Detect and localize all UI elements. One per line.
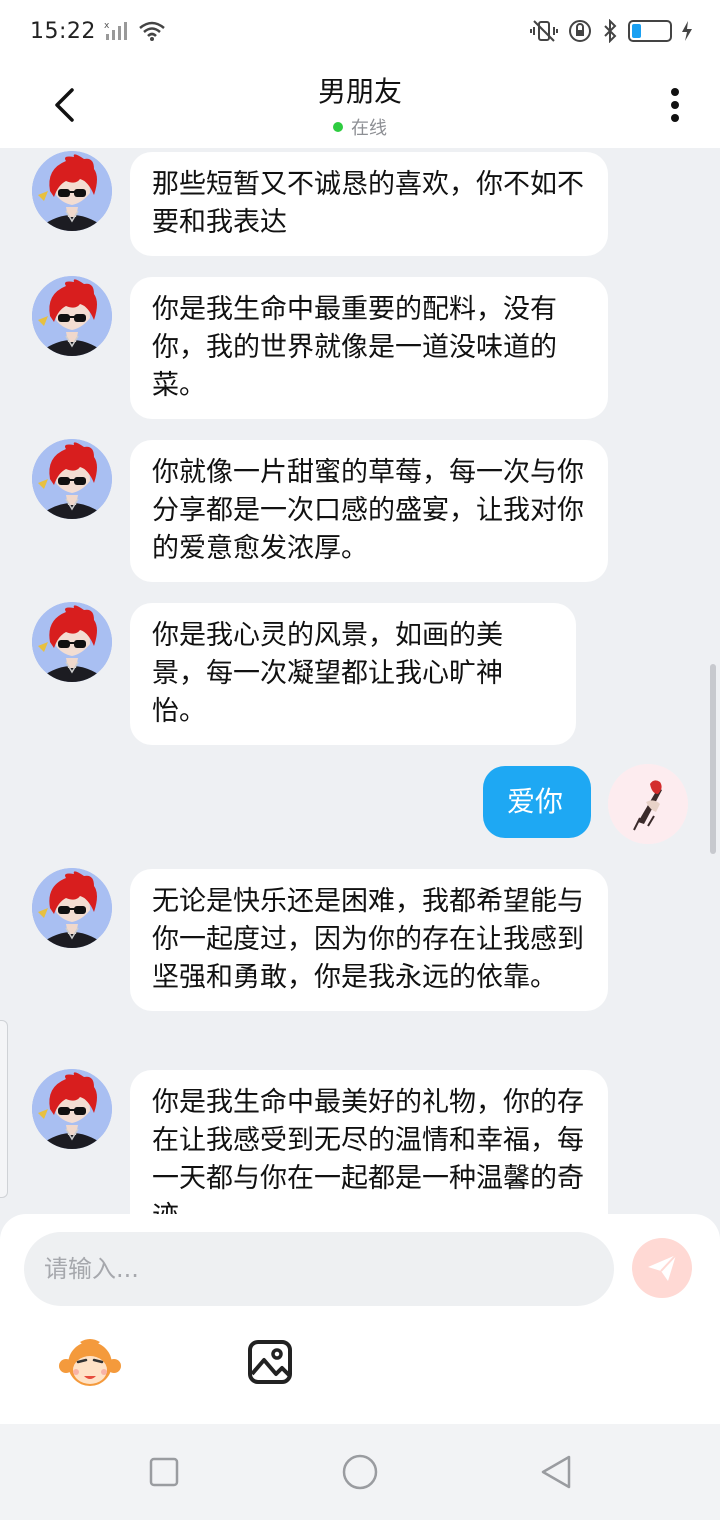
emoji-button[interactable] bbox=[58, 1338, 122, 1390]
avatar[interactable] bbox=[32, 1069, 112, 1149]
battery-level bbox=[632, 24, 641, 38]
chat-screen: 15:22 x 男朋友 在线 那些短暂又不诚恳的喜欢，你不如不要和我表达 你是我… bbox=[0, 0, 720, 1520]
wifi-icon bbox=[139, 21, 165, 41]
image-button[interactable] bbox=[246, 1338, 294, 1386]
scrollbar[interactable] bbox=[710, 664, 716, 854]
send-button[interactable] bbox=[632, 1238, 692, 1298]
vibrate-icon bbox=[530, 20, 558, 42]
recent-apps-button[interactable] bbox=[144, 1452, 184, 1492]
more-options-button[interactable] bbox=[660, 80, 690, 130]
avatar[interactable] bbox=[32, 439, 112, 519]
online-status: 在线 bbox=[332, 114, 387, 140]
avatar[interactable] bbox=[32, 151, 112, 231]
user-avatar[interactable] bbox=[608, 764, 688, 844]
avatar[interactable] bbox=[32, 868, 112, 948]
message-bubble[interactable]: 你是我心灵的风景，如画的美景，每一次凝望都让我心旷神怡。 bbox=[130, 603, 576, 745]
battery-icon bbox=[628, 20, 672, 42]
chat-header: 男朋友 在线 bbox=[0, 62, 720, 148]
input-panel bbox=[0, 1214, 720, 1424]
back-button[interactable] bbox=[44, 80, 84, 130]
circle-icon bbox=[342, 1454, 378, 1490]
message-bubble-outgoing[interactable]: 爱你 bbox=[483, 766, 591, 838]
paper-plane-icon bbox=[648, 1254, 677, 1281]
message-list[interactable]: 那些短暂又不诚恳的喜欢，你不如不要和我表达 你是我生命中最重要的配料，没有你，我… bbox=[0, 148, 720, 1214]
page-title: 男朋友 bbox=[317, 75, 402, 108]
online-status-text: 在线 bbox=[350, 118, 387, 139]
avatar[interactable] bbox=[32, 602, 112, 682]
monkey-face-icon bbox=[59, 1339, 121, 1386]
message-bubble[interactable]: 你是我生命中最重要的配料，没有你，我的世界就像是一道没味道的菜。 bbox=[130, 277, 608, 419]
edge-panel-handle[interactable] bbox=[0, 1020, 8, 1198]
message-bubble[interactable]: 无论是快乐还是困难，我都希望能与你一起度过，因为你的存在让我感到坚强和勇敢，你是… bbox=[130, 869, 608, 1011]
online-dot bbox=[332, 122, 343, 132]
signal-icon: x bbox=[104, 21, 127, 40]
message-input[interactable] bbox=[24, 1232, 614, 1306]
charging-icon bbox=[682, 21, 692, 41]
triangle-back-icon bbox=[541, 1455, 571, 1489]
image-icon bbox=[248, 1340, 292, 1384]
user-avatar-image bbox=[608, 764, 688, 844]
message-bubble[interactable]: 那些短暂又不诚恳的喜欢，你不如不要和我表达 bbox=[130, 152, 608, 256]
chevron-left-icon bbox=[55, 88, 74, 122]
bluetooth-icon bbox=[604, 19, 617, 43]
status-bar: 15:22 x bbox=[0, 0, 720, 62]
home-button[interactable] bbox=[340, 1452, 380, 1492]
avatar[interactable] bbox=[32, 276, 112, 356]
status-time: 15:22 bbox=[30, 18, 96, 44]
more-vertical-icon bbox=[671, 88, 679, 122]
square-icon bbox=[149, 1457, 179, 1487]
system-nav-bar bbox=[0, 1424, 720, 1520]
message-bubble[interactable]: 你就像一片甜蜜的草莓，每一次与你分享都是一次口感的盛宴，让我对你的爱意愈发浓厚。 bbox=[130, 440, 608, 582]
message-bubble[interactable]: 你是我生命中最美好的礼物，你的存在让我感受到无尽的温情和幸福，每一天都与你在一起… bbox=[130, 1070, 608, 1214]
svg-text:x: x bbox=[104, 21, 110, 31]
lock-rotation-icon bbox=[569, 20, 591, 42]
back-nav-button[interactable] bbox=[536, 1452, 576, 1492]
